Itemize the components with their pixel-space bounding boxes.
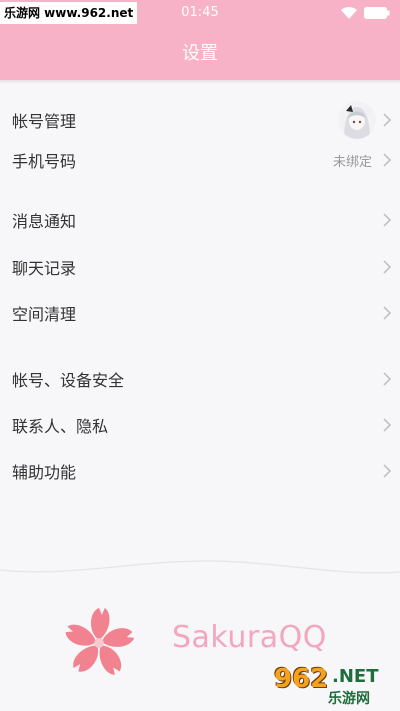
settings-item-accessibility[interactable]: 辅助功能 xyxy=(0,451,400,491)
wifi-icon xyxy=(341,6,357,19)
settings-item-contacts-privacy[interactable]: 联系人、隐私 xyxy=(0,405,400,445)
settings-item-phone-number[interactable]: 手机号码 未绑定 xyxy=(0,140,400,180)
chevron-right-icon xyxy=(383,113,392,127)
chevron-right-icon xyxy=(383,418,392,432)
settings-item-label: 消息通知 xyxy=(12,212,77,231)
watermark-suffix: .NET xyxy=(332,666,379,687)
settings-item-storage-cleanup[interactable]: 空间清理 xyxy=(0,293,400,333)
settings-item-label: 联系人、隐私 xyxy=(12,417,109,436)
chevron-right-icon xyxy=(383,213,392,227)
watermark-number: 962 xyxy=(274,664,329,694)
settings-item-label: 帐号、设备安全 xyxy=(12,371,125,390)
sakura-flower-icon xyxy=(65,607,135,675)
chevron-right-icon xyxy=(383,153,392,167)
page-title: 设置 xyxy=(182,43,218,64)
settings-item-label: 辅助功能 xyxy=(12,463,77,482)
footer-wave xyxy=(0,560,400,574)
settings-item-account-management[interactable]: 帐号管理 xyxy=(0,100,400,140)
settings-item-label: 手机号码 xyxy=(12,152,77,171)
settings-item-label: 帐号管理 xyxy=(12,112,77,131)
header-shadow xyxy=(0,80,400,84)
chevron-right-icon xyxy=(383,372,392,386)
watermark-logo: 962 .NET 乐游网 xyxy=(266,664,394,708)
settings-item-label: 空间清理 xyxy=(12,305,77,324)
phone-bind-status: 未绑定 xyxy=(332,154,372,170)
chevron-right-icon xyxy=(383,260,392,274)
chevron-right-icon xyxy=(383,464,392,478)
settings-item-account-security[interactable]: 帐号、设备安全 xyxy=(0,359,400,399)
brand-text: SakuraQQ xyxy=(172,620,327,655)
settings-item-chat-history[interactable]: 聊天记录 xyxy=(0,247,400,287)
chevron-right-icon xyxy=(383,306,392,320)
battery-icon xyxy=(364,7,390,19)
settings-item-notifications[interactable]: 消息通知 xyxy=(0,200,400,240)
avatar xyxy=(338,101,376,139)
settings-item-label: 聊天记录 xyxy=(12,259,77,278)
watermark-site-name: 乐游网 xyxy=(328,691,370,707)
